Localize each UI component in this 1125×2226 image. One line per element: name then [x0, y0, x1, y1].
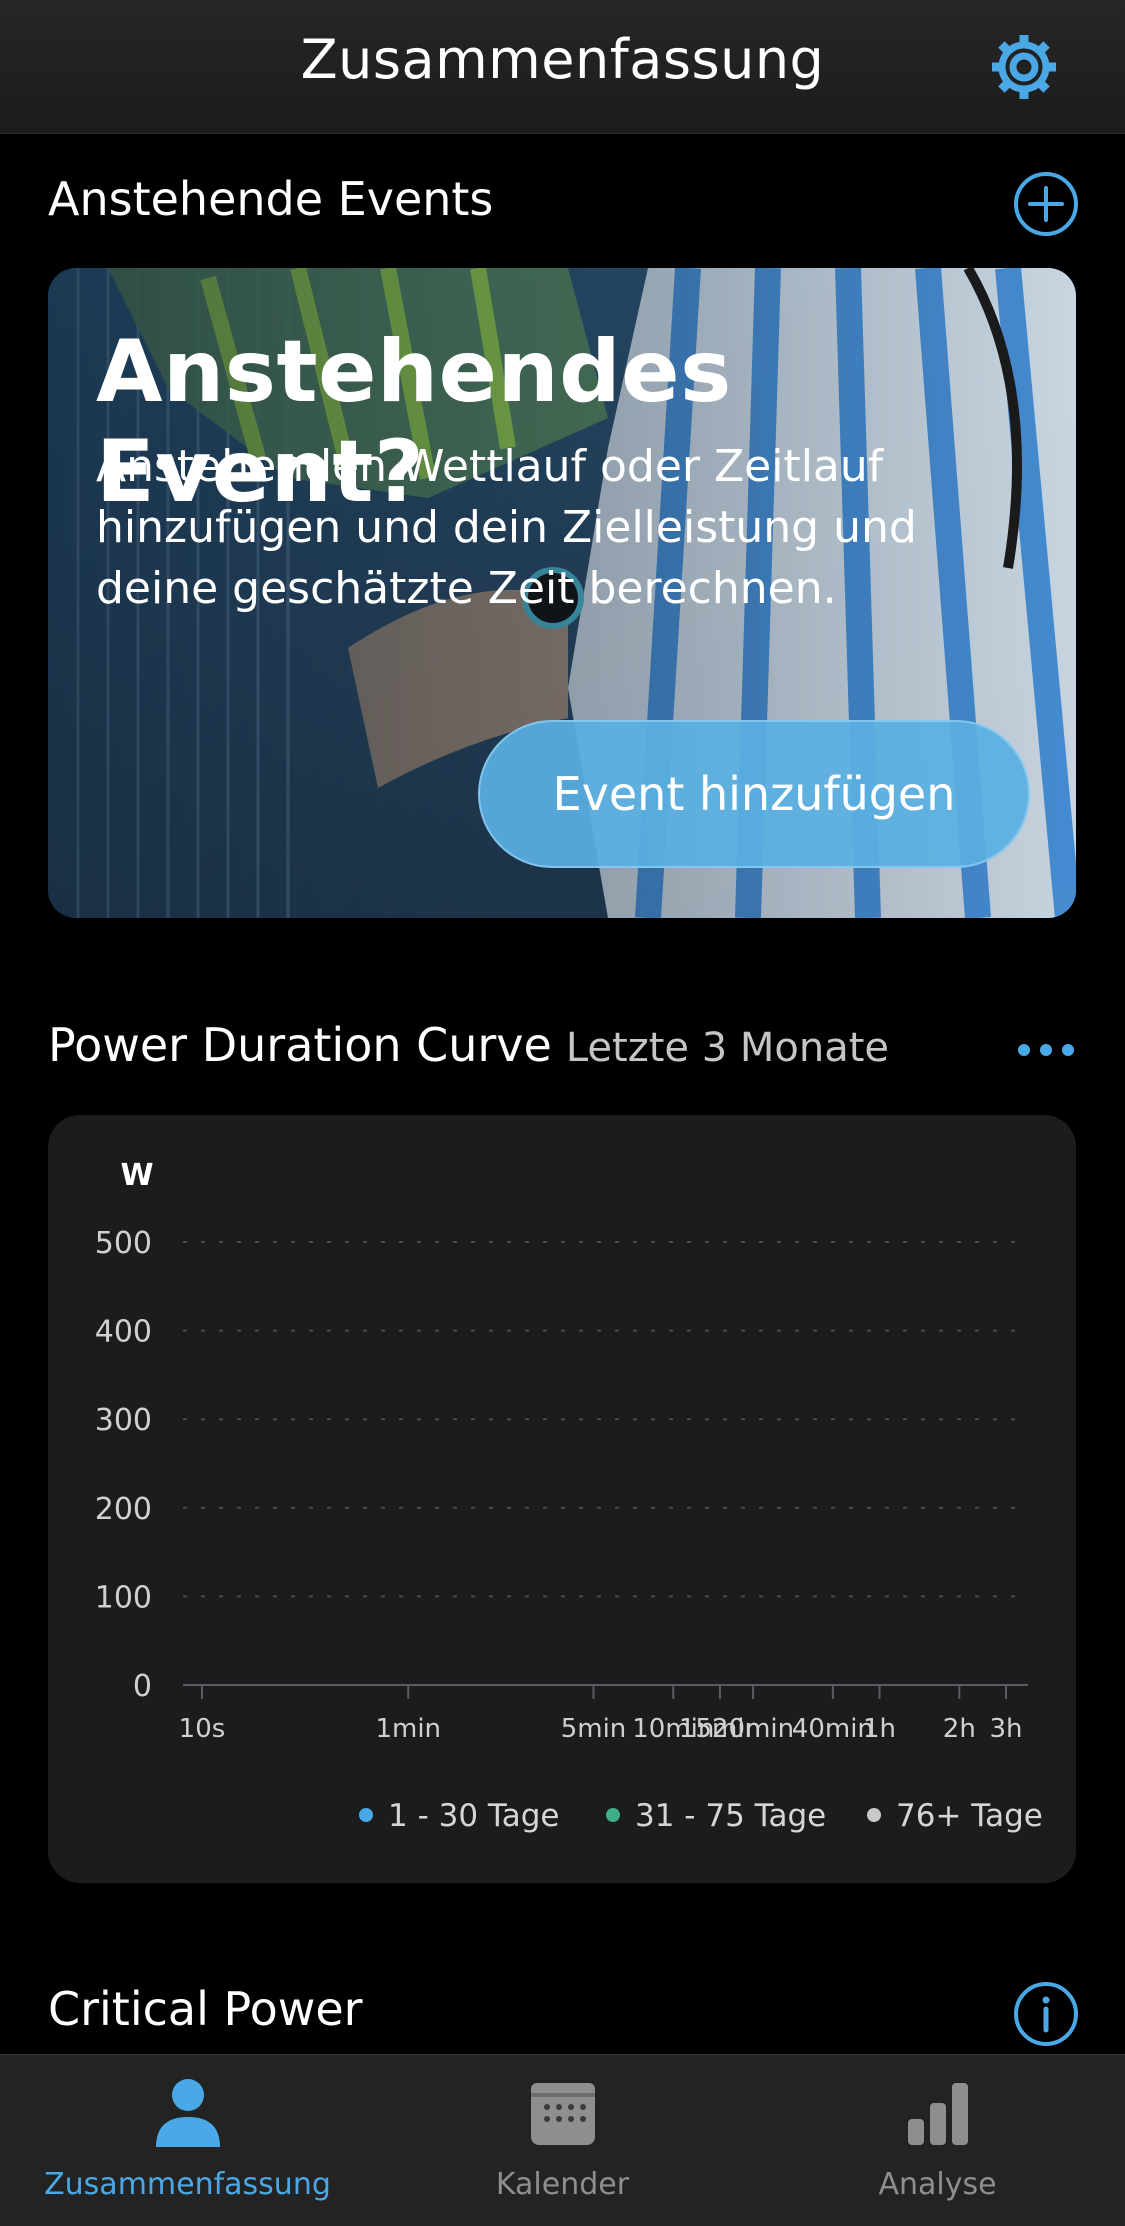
add-event-button[interactable]: Event hinzufügen — [478, 720, 1030, 868]
tab-bar: Zusammenfassung Kalender Analyse — [0, 2054, 1125, 2226]
y-tick-label: 500 — [95, 1226, 152, 1261]
legend-marker — [359, 1808, 373, 1822]
person-icon — [156, 2079, 220, 2147]
page-title: Zusammenfassung — [300, 28, 825, 91]
calendar-icon — [531, 2083, 595, 2145]
top-bar: Zusammenfassung — [0, 0, 1125, 134]
tab-label-analyse: Analyse — [878, 2167, 997, 2202]
x-tick-label: 5min — [561, 1714, 627, 1744]
chart-svg: W010020030040050010s 1min 5min 10min15min20… — [95, 1158, 1043, 1834]
tab-label-kalender: Kalender — [495, 2167, 630, 2202]
pdc-period-label: Letzte 3 Monate — [565, 1025, 890, 1071]
legend-label: 1 - 30 Tage — [388, 1798, 559, 1834]
x-tick-label: 20min — [712, 1714, 794, 1744]
y-tick-label: 100 — [95, 1580, 152, 1615]
info-circle-icon[interactable] — [1012, 1980, 1080, 2048]
legend-label: 31 - 75 Tage — [635, 1798, 826, 1834]
gear-icon[interactable] — [989, 32, 1059, 102]
pdc-section-title: Power Duration Curve — [48, 1018, 552, 1072]
x-tick-label: 10s — [179, 1714, 226, 1744]
x-tick-label: 2h — [943, 1714, 976, 1744]
y-tick-label: 400 — [95, 1315, 152, 1350]
x-tick-label: 3h — [989, 1714, 1022, 1744]
y-tick-label: 0 — [133, 1669, 152, 1704]
event-description: Anstehenden Wettlauf oder Zeitlauf hinzu… — [96, 441, 917, 614]
events-section-title: Anstehende Events — [48, 172, 494, 226]
x-tick-label: 1min — [375, 1714, 441, 1744]
plus-circle-icon[interactable] — [1012, 170, 1080, 238]
y-tick-label: 200 — [95, 1492, 152, 1527]
bar-chart-icon — [908, 2083, 968, 2145]
tab-label-zusammenfassung: Zusammenfassung — [44, 2167, 331, 2202]
x-tick-label: 40min — [792, 1714, 874, 1744]
cp-section-title: Critical Power — [48, 1982, 363, 2036]
event-promo-card: Anstehendes Event? Anstehenden Wettlauf … — [48, 268, 1076, 918]
more-dots-icon[interactable] — [1016, 1016, 1076, 1084]
tab-kalender[interactable]: Kalender — [375, 2055, 750, 2226]
legend-marker — [606, 1808, 620, 1822]
legend-marker — [867, 1808, 881, 1822]
x-tick-label: 1h — [863, 1714, 896, 1744]
legend-label: 76+ Tage — [896, 1798, 1043, 1834]
y-tick-label: 300 — [95, 1403, 152, 1438]
y-axis-label: W — [120, 1158, 153, 1193]
power-duration-chart: W 0 100 200 300 400 500 10s 1min 5min 10min 15min 20… — [48, 1115, 1076, 1883]
pdc-section-header: Power Duration Curve Letzte 3 Monate — [48, 1018, 889, 1072]
tab-analyse[interactable]: Analyse — [750, 2055, 1125, 2226]
tab-zusammenfassung[interactable]: Zusammenfassung — [0, 2055, 375, 2226]
